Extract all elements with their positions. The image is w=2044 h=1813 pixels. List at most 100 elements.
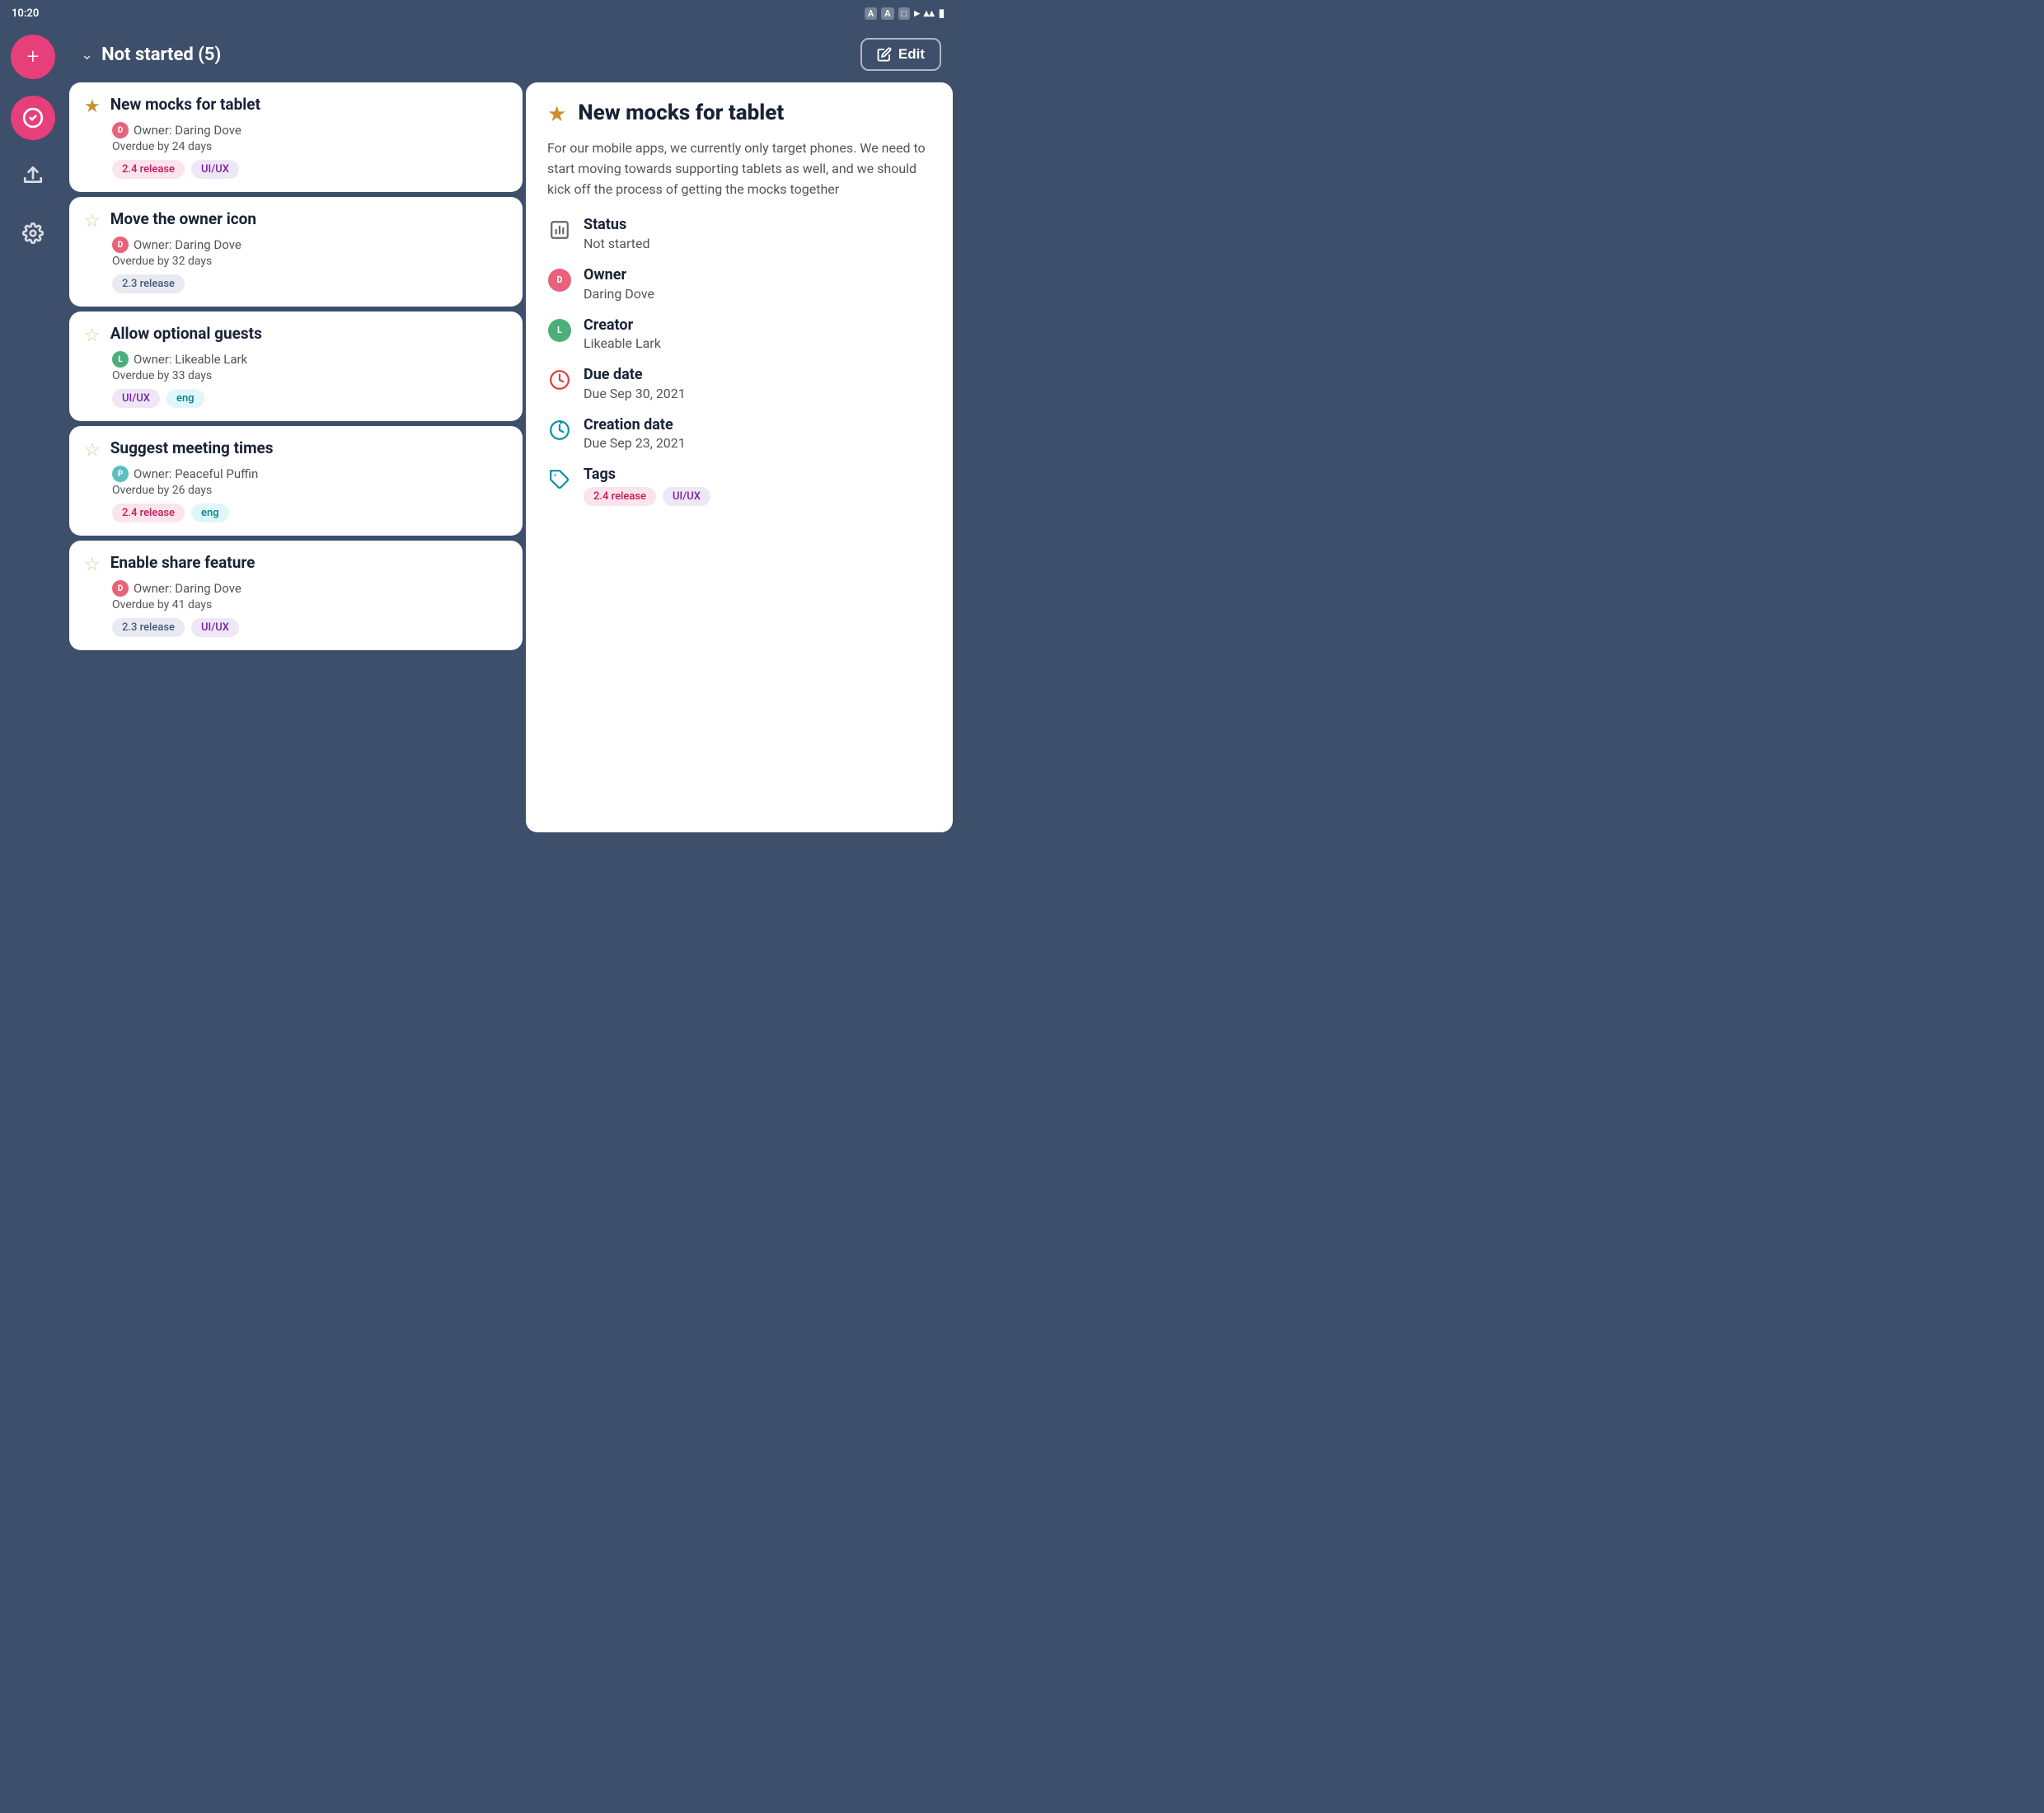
detail-title-row: ★ New mocks for tablet — [547, 101, 931, 127]
status-value: Not started — [584, 236, 650, 251]
task-detail-panel: ★ New mocks for tablet For our mobile ap… — [526, 82, 953, 832]
collapse-chevron-icon[interactable]: ⌄ — [81, 46, 93, 63]
detail-tag-uiux: UI/UX — [663, 487, 710, 506]
task-tags: 2.3 release — [112, 274, 508, 293]
due-date-icon — [547, 368, 572, 392]
task-card-header: ☆ Suggest meeting times — [84, 439, 508, 461]
task-due: Overdue by 26 days — [112, 484, 508, 497]
star-empty-icon: ☆ — [84, 555, 101, 575]
edit-button[interactable]: Edit — [860, 38, 941, 71]
task-owner: Owner: Daring Dove — [134, 123, 241, 138]
task-card[interactable]: ☆ Suggest meeting times P Owner: Peacefu… — [69, 426, 523, 536]
task-meta: D Owner: Daring Dove — [112, 237, 508, 253]
status-label: Status — [584, 216, 650, 234]
status-time: 10:20 — [12, 7, 39, 20]
edit-button-label: Edit — [898, 46, 925, 63]
creation-date-icon — [547, 418, 572, 443]
detail-tags-list: 2.4 release UI/UX — [584, 487, 710, 506]
task-meta: P Owner: Peaceful Puffin — [112, 466, 508, 482]
detail-tag-release: 2.4 release — [584, 487, 656, 506]
task-tag: 2.4 release — [112, 504, 185, 522]
task-list: ★ New mocks for tablet D Owner: Daring D… — [69, 82, 523, 832]
star-filled-icon: ★ — [84, 96, 101, 117]
task-owner: Owner: Likeable Lark — [134, 352, 247, 367]
signal-icon: ▴▴ — [924, 7, 935, 20]
task-tags: 2.4 release eng — [112, 504, 508, 522]
due-date-value: Due Sep 30, 2021 — [584, 386, 686, 401]
content-area: ⌄ Not started (5) Edit ★ New mocks for t… — [66, 26, 956, 832]
task-owner-avatar: L — [112, 351, 129, 368]
task-due: Overdue by 32 days — [112, 255, 508, 268]
detail-tags-section: Tags 2.4 release UI/UX — [547, 466, 931, 506]
creation-date-label: Creation date — [584, 416, 686, 434]
add-button[interactable]: + — [11, 35, 55, 79]
detail-creator-content: Creator Likeable Lark — [584, 316, 661, 352]
inbox-nav-button[interactable] — [11, 153, 55, 198]
task-owner-avatar: D — [112, 237, 129, 253]
status-bar-icons: A A □ ▸ ▴▴ ▮ — [865, 7, 945, 20]
task-card-header: ☆ Allow optional guests — [84, 325, 508, 346]
owner-label: Owner — [584, 266, 654, 284]
detail-creation-content: Creation date Due Sep 23, 2021 — [584, 416, 686, 452]
tasks-nav-button[interactable] — [11, 96, 55, 140]
task-card[interactable]: ☆ Enable share feature D Owner: Daring D… — [69, 541, 523, 650]
save-icon: □ — [898, 7, 911, 20]
task-meta: D Owner: Daring Dove — [112, 580, 508, 597]
task-owner: Owner: Daring Dove — [134, 581, 241, 596]
task-title: Suggest meeting times — [110, 439, 274, 458]
creator-label: Creator — [584, 316, 661, 335]
task-due: Overdue by 24 days — [112, 140, 508, 153]
tags-icon — [547, 467, 572, 492]
due-date-label: Due date — [584, 366, 686, 384]
task-card-header: ☆ Move the owner icon — [84, 210, 508, 232]
detail-title: New mocks for tablet — [578, 101, 784, 126]
task-title: Enable share feature — [110, 554, 256, 573]
detail-star-icon: ★ — [547, 102, 566, 127]
task-title: Allow optional guests — [110, 325, 262, 344]
task-meta: D Owner: Daring Dove — [112, 122, 508, 138]
task-tag: UI/UX — [191, 160, 239, 179]
task-tags: UI/UXeng — [112, 389, 508, 408]
task-meta: L Owner: Likeable Lark — [112, 351, 508, 368]
task-due: Overdue by 41 days — [112, 598, 508, 611]
detail-owner-content: Owner Daring Dove — [584, 266, 654, 302]
creator-value: Likeable Lark — [584, 335, 661, 351]
detail-due-content: Due date Due Sep 30, 2021 — [584, 366, 686, 401]
header-left: ⌄ Not started (5) — [81, 45, 221, 65]
wifi-icon: ▸ — [914, 7, 920, 20]
task-owner: Owner: Daring Dove — [134, 237, 241, 252]
task-title: New mocks for tablet — [110, 96, 260, 115]
task-due: Overdue by 33 days — [112, 369, 508, 382]
detail-tags-content: Tags 2.4 release UI/UX — [584, 466, 710, 506]
task-tag: 2.4 release — [112, 160, 185, 179]
detail-owner-section: D Owner Daring Dove — [547, 266, 931, 302]
star-empty-icon: ☆ — [84, 326, 101, 346]
detail-status-section: Status Not started — [547, 216, 931, 251]
creation-date-value: Due Sep 23, 2021 — [584, 435, 686, 451]
task-tags: 2.4 release UI/UX — [112, 160, 508, 179]
task-title: Move the owner icon — [110, 210, 256, 229]
task-owner-avatar: D — [112, 580, 129, 597]
detail-due-section: Due date Due Sep 30, 2021 — [547, 366, 931, 401]
task-owner-avatar: D — [112, 122, 129, 138]
task-tag: 2.3 release — [112, 618, 185, 637]
task-tag: eng — [166, 389, 204, 408]
task-owner-avatar: P — [112, 466, 129, 482]
task-owner: Owner: Peaceful Puffin — [134, 466, 258, 481]
star-empty-icon: ☆ — [84, 440, 101, 461]
star-empty-icon: ☆ — [84, 211, 101, 232]
task-card[interactable]: ★ New mocks for tablet D Owner: Daring D… — [69, 82, 523, 192]
detail-creation-section: Creation date Due Sep 23, 2021 — [547, 416, 931, 452]
settings-nav-button[interactable] — [11, 211, 55, 255]
section-title: Not started (5) — [101, 45, 221, 65]
task-card[interactable]: ☆ Move the owner icon D Owner: Daring Do… — [69, 197, 523, 307]
owner-avatar-detail: D — [547, 268, 572, 293]
task-card-header: ★ New mocks for tablet — [84, 96, 508, 117]
detail-status-content: Status Not started — [584, 216, 650, 251]
task-tag: 2.3 release — [112, 274, 185, 293]
detail-description: For our mobile apps, we currently only t… — [547, 138, 931, 199]
vpn-icon: A — [881, 7, 893, 20]
task-tag: eng — [191, 504, 229, 522]
task-card[interactable]: ☆ Allow optional guests L Owner: Likeabl… — [69, 312, 523, 421]
creator-avatar-detail: L — [547, 318, 572, 343]
